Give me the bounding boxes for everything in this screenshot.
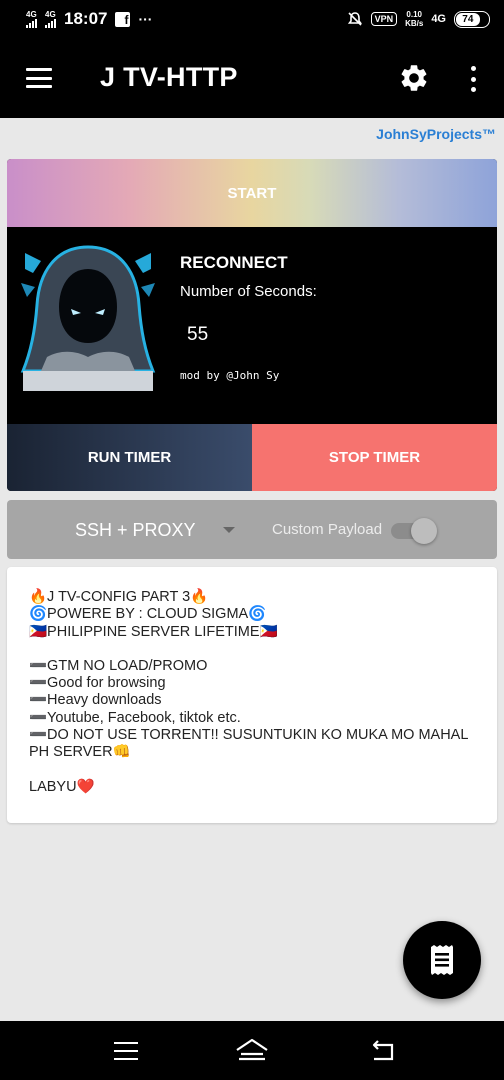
facebook-icon: f bbox=[115, 11, 131, 27]
connection-mode-dropdown[interactable]: SSH + PROXY bbox=[7, 500, 247, 559]
sim2-signal-icon: 4G bbox=[45, 9, 56, 28]
mute-icon bbox=[347, 12, 362, 26]
receipt-log-icon bbox=[431, 945, 453, 975]
speed-unit: KB/s bbox=[405, 19, 424, 28]
notes-line: 🌀POWERE BY : CLOUD SIGMA🌀 bbox=[29, 606, 267, 623]
more-notifications-icon: ··· bbox=[138, 11, 153, 27]
notes-line: LABYU❤️ bbox=[29, 778, 95, 795]
connection-card: START RECONNECT Number of Seconds: 55 mo… bbox=[7, 159, 497, 491]
more-vert-icon[interactable] bbox=[468, 66, 478, 92]
seconds-label: Number of Seconds: bbox=[180, 283, 317, 300]
config-notes-card: 🔥J TV-CONFIG PART 3🔥 🌀POWERE BY : CLOUD … bbox=[7, 567, 497, 823]
notes-line: 🇵🇭PHILIPPINE SERVER LIFETIME🇵🇭 bbox=[29, 623, 278, 640]
notes-line: ➖DO NOT USE TORRENT!! SUSUNTUKIN KO MUKA… bbox=[29, 727, 468, 761]
network-speed: 0.10 KB/s bbox=[405, 10, 423, 28]
dropdown-arrow-icon bbox=[223, 527, 235, 533]
mod-credit: mod by @John Sy bbox=[180, 369, 280, 382]
back-icon[interactable] bbox=[370, 1039, 398, 1063]
sim2-network-type: 4G bbox=[45, 9, 56, 19]
recent-apps-icon[interactable] bbox=[114, 1042, 138, 1060]
custom-payload-toggle[interactable] bbox=[389, 517, 439, 544]
vpn-icon: VPN bbox=[370, 12, 398, 26]
battery-level: 74 bbox=[456, 12, 480, 26]
seconds-value[interactable]: 55 bbox=[187, 324, 208, 346]
sim1-network-type: 4G bbox=[26, 9, 37, 19]
developer-credit: JohnSyProjects™ bbox=[376, 126, 496, 142]
notes-line: ➖GTM NO LOAD/PROMO bbox=[29, 657, 208, 674]
sim1-signal-icon: 4G bbox=[26, 9, 37, 28]
notes-line: ➖Good for browsing bbox=[29, 675, 166, 692]
status-bar: 4G 4G 18:07 f ··· VPN 0.10 KB/s 4G 74 bbox=[0, 0, 504, 38]
hamburger-menu-icon[interactable] bbox=[26, 68, 52, 88]
network-type: 4G bbox=[431, 13, 446, 25]
app-title: J TV-HTTP bbox=[100, 62, 238, 92]
selected-mode: SSH + PROXY bbox=[75, 520, 196, 540]
app-bar: J TV-HTTP bbox=[0, 38, 504, 118]
reconnect-title: RECONNECT bbox=[180, 253, 288, 272]
notes-line: ➖Heavy downloads bbox=[29, 692, 162, 709]
custom-payload-label: Custom Payload bbox=[272, 521, 383, 538]
gear-icon[interactable] bbox=[398, 62, 430, 94]
battery-icon: 74 bbox=[454, 10, 490, 28]
status-time: 18:07 bbox=[64, 9, 108, 28]
start-button[interactable]: START bbox=[7, 159, 497, 227]
notes-line: ➖Youtube, Facebook, tiktok etc. bbox=[29, 709, 241, 726]
mode-bar: SSH + PROXY Custom Payload bbox=[7, 500, 497, 559]
notes-line: 🔥J TV-CONFIG PART 3🔥 bbox=[29, 589, 209, 605]
log-fab-button[interactable] bbox=[403, 921, 481, 999]
home-icon[interactable] bbox=[234, 1037, 270, 1065]
run-timer-button[interactable]: RUN TIMER bbox=[7, 424, 252, 491]
stop-timer-button[interactable]: STOP TIMER bbox=[252, 424, 497, 491]
hooded-figure-avatar bbox=[17, 239, 159, 391]
speed-value: 0.10 bbox=[406, 10, 422, 19]
system-nav-bar bbox=[0, 1021, 504, 1080]
